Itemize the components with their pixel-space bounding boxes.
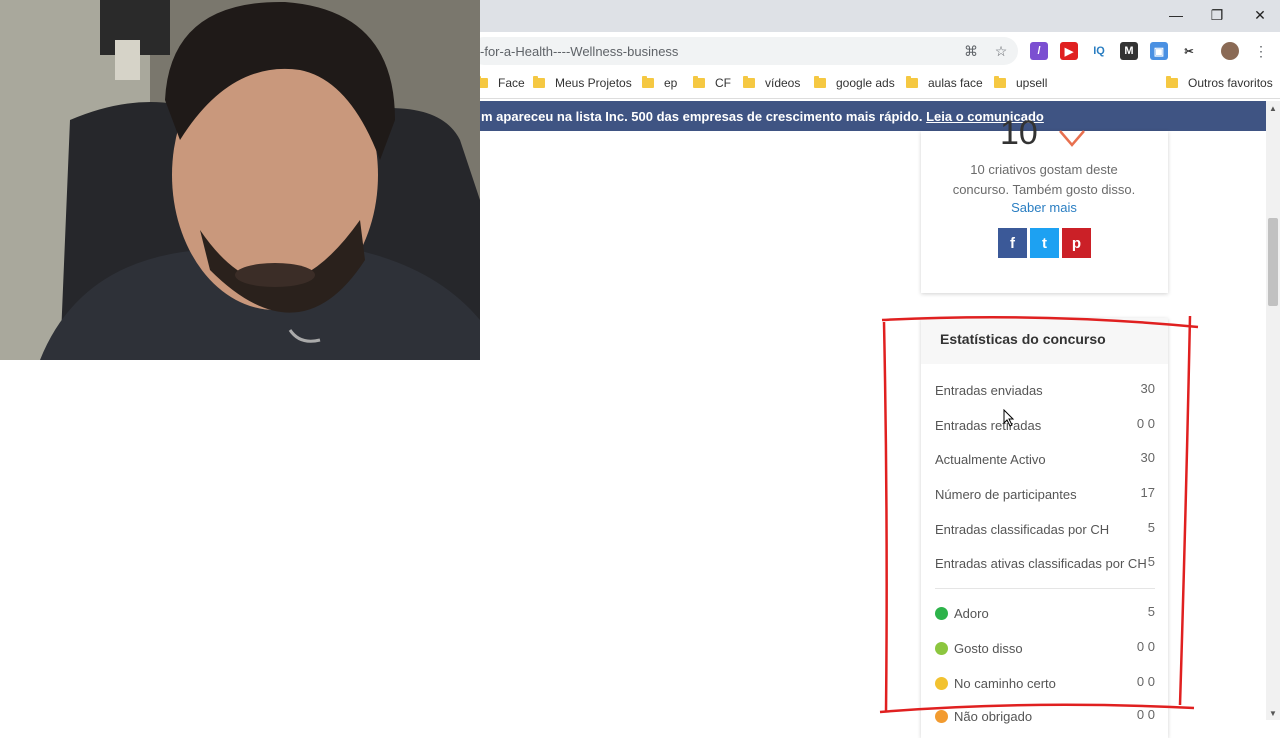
folder-icon: [1166, 76, 1178, 88]
iq-extension-icon[interactable]: IQ: [1090, 42, 1108, 60]
neutral-face-icon: [935, 677, 948, 690]
mouse-cursor: [1003, 409, 1015, 427]
folder-icon: [642, 76, 654, 88]
minimize-button[interactable]: —: [1156, 4, 1196, 26]
folder-icon: [814, 76, 826, 88]
facebook-share-button[interactable]: f: [998, 228, 1027, 258]
like-face-icon: [935, 642, 948, 655]
page-scrollbar[interactable]: [1266, 101, 1280, 720]
webcam-overlay: [0, 0, 480, 360]
folder-icon: [693, 76, 705, 88]
bookmark-google-ads[interactable]: google ads: [814, 76, 895, 90]
folder-icon: [743, 76, 755, 88]
scrollbar-thumb[interactable]: [1268, 218, 1278, 306]
folder-icon: [906, 76, 918, 88]
heart-icon[interactable]: [1058, 127, 1086, 149]
menu-icon[interactable]: ⋮: [1252, 42, 1270, 60]
scissors-extension-icon[interactable]: ✂: [1180, 42, 1198, 60]
stats-title: Estatísticas do concurso: [940, 331, 1106, 347]
bookmark-face[interactable]: Face: [476, 76, 525, 90]
webcam-person-image: [0, 0, 480, 360]
twitter-share-button[interactable]: t: [1030, 228, 1059, 258]
folder-icon: [533, 76, 545, 88]
bookmark-aulas-face[interactable]: aulas face: [906, 76, 983, 90]
bookmark-cf[interactable]: CF: [693, 76, 731, 90]
scroll-down-arrow[interactable]: ▼: [1266, 706, 1280, 720]
bookmark-ep[interactable]: ep: [642, 76, 677, 90]
likes-description: 10 criativos gostam deste concurso. Tamb…: [952, 162, 1136, 197]
love-face-icon: [935, 607, 948, 620]
learn-more-link[interactable]: Saber mais: [930, 200, 1158, 215]
bookmark-upsell[interactable]: upsell: [994, 76, 1047, 90]
star-icon[interactable]: ☆: [992, 42, 1010, 60]
close-button[interactable]: ✕: [1240, 4, 1280, 26]
translate-icon[interactable]: ⌘: [962, 42, 980, 60]
scroll-up-arrow[interactable]: ▲: [1266, 101, 1280, 115]
likes-count: 10: [1000, 114, 1038, 152]
bookmark-outros-favoritos[interactable]: Outros favoritos: [1166, 76, 1273, 90]
address-url: -for-a-Health----Wellness-business: [480, 44, 679, 59]
youtube-extension-icon[interactable]: ▶: [1060, 42, 1078, 60]
pinterest-share-button[interactable]: p: [1062, 228, 1091, 258]
pen-extension-icon[interactable]: /: [1030, 42, 1048, 60]
m-extension-icon[interactable]: M: [1120, 42, 1138, 60]
bookmark-meus-projetos[interactable]: Meus Projetos: [533, 76, 632, 90]
sad-face-icon: [935, 710, 948, 723]
bookmark-videos[interactable]: vídeos: [743, 76, 800, 90]
profile-avatar[interactable]: [1221, 42, 1239, 60]
restore-button[interactable]: ❐: [1197, 4, 1237, 26]
doc-extension-icon[interactable]: ▣: [1150, 42, 1168, 60]
stats-divider: [935, 588, 1155, 589]
folder-icon: [994, 76, 1006, 88]
banner-text: m apareceu na lista Inc. 500 das empresa…: [481, 109, 927, 124]
